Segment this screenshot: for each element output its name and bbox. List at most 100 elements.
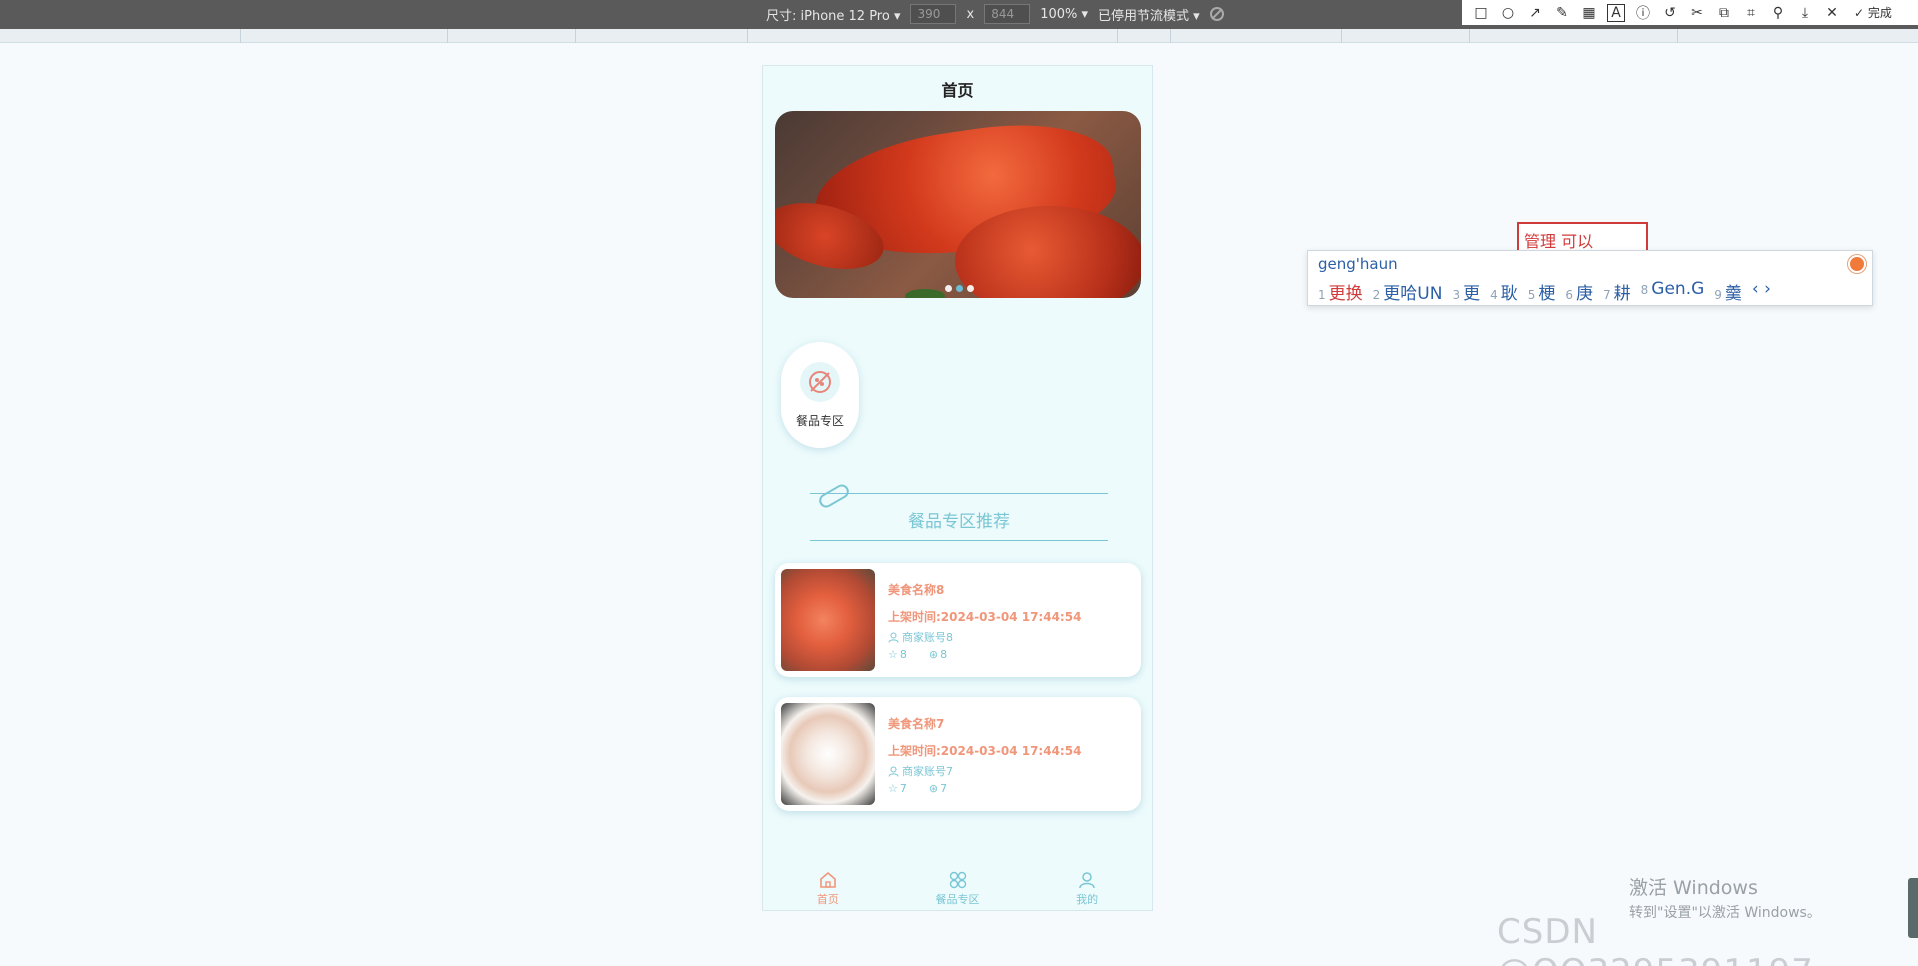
tab-food-zone[interactable]: 餐品专区 bbox=[893, 864, 1023, 910]
category-icon-wrap bbox=[800, 362, 840, 402]
ime-logo-icon[interactable] bbox=[1848, 255, 1866, 273]
ruler-tick bbox=[747, 29, 748, 43]
side-handle[interactable] bbox=[1908, 878, 1918, 938]
ime-candidate[interactable]: 2 更哈UN bbox=[1373, 279, 1443, 304]
food-thumbnail bbox=[781, 703, 875, 805]
merchant-account: 商家账号7 bbox=[902, 765, 953, 778]
ime-candidate[interactable]: 6庚 bbox=[1565, 279, 1593, 304]
ruler-tick bbox=[1677, 29, 1678, 43]
candidate-number: 6 bbox=[1565, 288, 1574, 302]
paperclip-icon bbox=[816, 481, 852, 511]
category-label: 餐品专区 bbox=[795, 414, 844, 428]
list-item[interactable]: 美食名称8 上架时间:2024-03-04 17:44:54 商家账号8 ☆ 8 … bbox=[775, 563, 1141, 677]
ime-candidate[interactable]: 9羹 bbox=[1714, 279, 1742, 304]
ime-candidate[interactable]: 1 更换 bbox=[1318, 279, 1363, 304]
watermark-line1: 激活 Windows bbox=[1629, 877, 1758, 899]
candidate-number: 9 bbox=[1714, 288, 1722, 302]
star-icon: ☆ bbox=[888, 782, 898, 795]
pin-icon[interactable]: ⚲ bbox=[1769, 5, 1787, 21]
stats-row: ☆ 8 ⊛ 8 bbox=[888, 648, 947, 661]
ime-candidate[interactable]: 5梗 bbox=[1528, 279, 1556, 304]
close-icon[interactable]: ✕ bbox=[1823, 5, 1841, 21]
tab-home[interactable]: 首页 bbox=[763, 864, 893, 910]
divider bbox=[810, 540, 1108, 541]
likes-stat: ☆ 7 bbox=[888, 782, 907, 795]
bottom-tabbar: 首页 餐品专区 我的 bbox=[763, 864, 1152, 910]
dimension-separator: x bbox=[966, 6, 975, 22]
banner-carousel[interactable] bbox=[775, 111, 1141, 298]
width-input[interactable]: 390 bbox=[910, 4, 957, 24]
pen-icon[interactable]: ✎ bbox=[1553, 5, 1571, 21]
banner-image-garnish bbox=[905, 289, 945, 298]
cut-icon[interactable]: ✂ bbox=[1688, 5, 1706, 21]
list-item[interactable]: 美食名称7 上架时间:2024-03-04 17:44:54 商家账号7 ☆ 7 … bbox=[775, 697, 1141, 811]
likes-count: 7 bbox=[899, 782, 907, 795]
device-controls: 尺寸: iPhone 12 Pro ▾ 390 x 844 100% ▾ 已停用… bbox=[766, 4, 1224, 24]
views-icon: ⊛ bbox=[928, 782, 939, 795]
candidate-number: 5 bbox=[1527, 288, 1536, 302]
food-thumbnail bbox=[781, 569, 875, 671]
tab-label: 我的 bbox=[1076, 893, 1099, 906]
carousel-dot[interactable] bbox=[967, 285, 974, 292]
user-icon bbox=[888, 766, 899, 777]
food-name: 美食名称8 bbox=[888, 583, 945, 597]
ime-page-arrows[interactable]: ‹ › bbox=[1752, 279, 1771, 304]
candidate-text: 更哈UN bbox=[1383, 284, 1443, 304]
stats-row: ☆ 7 ⊛ 7 bbox=[888, 782, 947, 795]
tab-mine[interactable]: 我的 bbox=[1022, 864, 1152, 910]
carousel-dot[interactable] bbox=[945, 285, 952, 292]
candidate-number: 7 bbox=[1603, 288, 1611, 302]
carousel-dot-active[interactable] bbox=[956, 285, 963, 292]
views-stat: ⊛ 8 bbox=[929, 648, 947, 661]
rectangle-icon[interactable]: □ bbox=[1472, 5, 1490, 21]
likes-count: 8 bbox=[899, 648, 907, 661]
copy-icon[interactable]: ⧉ bbox=[1715, 5, 1733, 21]
download-icon[interactable]: ⤓ bbox=[1796, 5, 1814, 21]
ruler-tick bbox=[1170, 29, 1171, 43]
ruler-tick bbox=[1341, 29, 1342, 43]
text-edit-box[interactable]: 管理 可以 bbox=[1517, 222, 1648, 252]
done-button[interactable]: ✓ 完成 bbox=[1854, 4, 1892, 21]
ruler-tick bbox=[1469, 29, 1470, 43]
tab-label: 餐品专区 bbox=[935, 893, 980, 906]
candidate-number: 1 bbox=[1318, 288, 1326, 302]
circle-icon[interactable]: ○ bbox=[1499, 5, 1517, 21]
category-food-zone[interactable]: 餐品专区 bbox=[781, 342, 859, 448]
ime-candidate[interactable]: 7耕 bbox=[1603, 279, 1631, 304]
zoom-dropdown[interactable]: 100% ▾ bbox=[1040, 7, 1088, 22]
device-size-dropdown[interactable]: 尺寸: iPhone 12 Pro ▾ bbox=[766, 5, 900, 24]
food-name: 美食名称7 bbox=[888, 717, 945, 731]
candidate-number: 3 bbox=[1452, 288, 1461, 302]
views-icon: ⊛ bbox=[928, 648, 939, 661]
merchant-row: 商家账号8 bbox=[888, 629, 953, 645]
ime-candidate[interactable]: 3更 bbox=[1452, 279, 1480, 304]
arrow-icon[interactable]: ↗ bbox=[1526, 5, 1544, 21]
candidate-text: 庚 bbox=[1576, 284, 1594, 304]
dish-icon bbox=[809, 371, 831, 393]
throttle-dropdown[interactable]: 已停用节流模式 ▾ bbox=[1098, 5, 1200, 24]
candidate-text: 耿 bbox=[1500, 284, 1518, 304]
section-header: 餐品专区推荐 bbox=[810, 481, 1108, 541]
mosaic-icon[interactable]: ▦ bbox=[1580, 5, 1598, 21]
done-label: 完成 bbox=[1867, 6, 1892, 20]
views-count: 7 bbox=[940, 782, 948, 795]
undo-icon[interactable]: ↺ bbox=[1661, 5, 1679, 21]
merchant-account: 商家账号8 bbox=[902, 631, 953, 644]
csdn-watermark: CSDN @QQ3295391197 bbox=[1497, 912, 1813, 966]
views-count: 8 bbox=[940, 648, 948, 661]
section-title: 餐品专区推荐 bbox=[908, 512, 1010, 532]
rotate-disabled-icon[interactable] bbox=[1209, 7, 1224, 21]
height-input[interactable]: 844 bbox=[984, 4, 1031, 24]
number-icon[interactable]: ⓘ bbox=[1634, 3, 1652, 23]
ruler-tick bbox=[575, 29, 576, 43]
ocr-icon[interactable]: ⌗ bbox=[1742, 5, 1760, 21]
candidate-text: 耕 bbox=[1613, 284, 1631, 304]
views-stat: ⊛ 7 bbox=[929, 782, 947, 795]
ruler-tick bbox=[240, 29, 241, 43]
listing-time: 上架时间:2024-03-04 17:44:54 bbox=[888, 610, 1082, 624]
ime-candidate[interactable]: 4耿 bbox=[1490, 279, 1518, 304]
text-icon[interactable]: A bbox=[1607, 3, 1625, 22]
ime-candidate[interactable]: 8 Gen.G bbox=[1641, 279, 1705, 304]
candidate-text: 羹 bbox=[1724, 284, 1742, 304]
ime-candidate-window: geng'haun 1 更换 2 更哈UN 3更 4耿 5梗 6庚 7耕 8 Gen.… bbox=[1307, 250, 1873, 306]
